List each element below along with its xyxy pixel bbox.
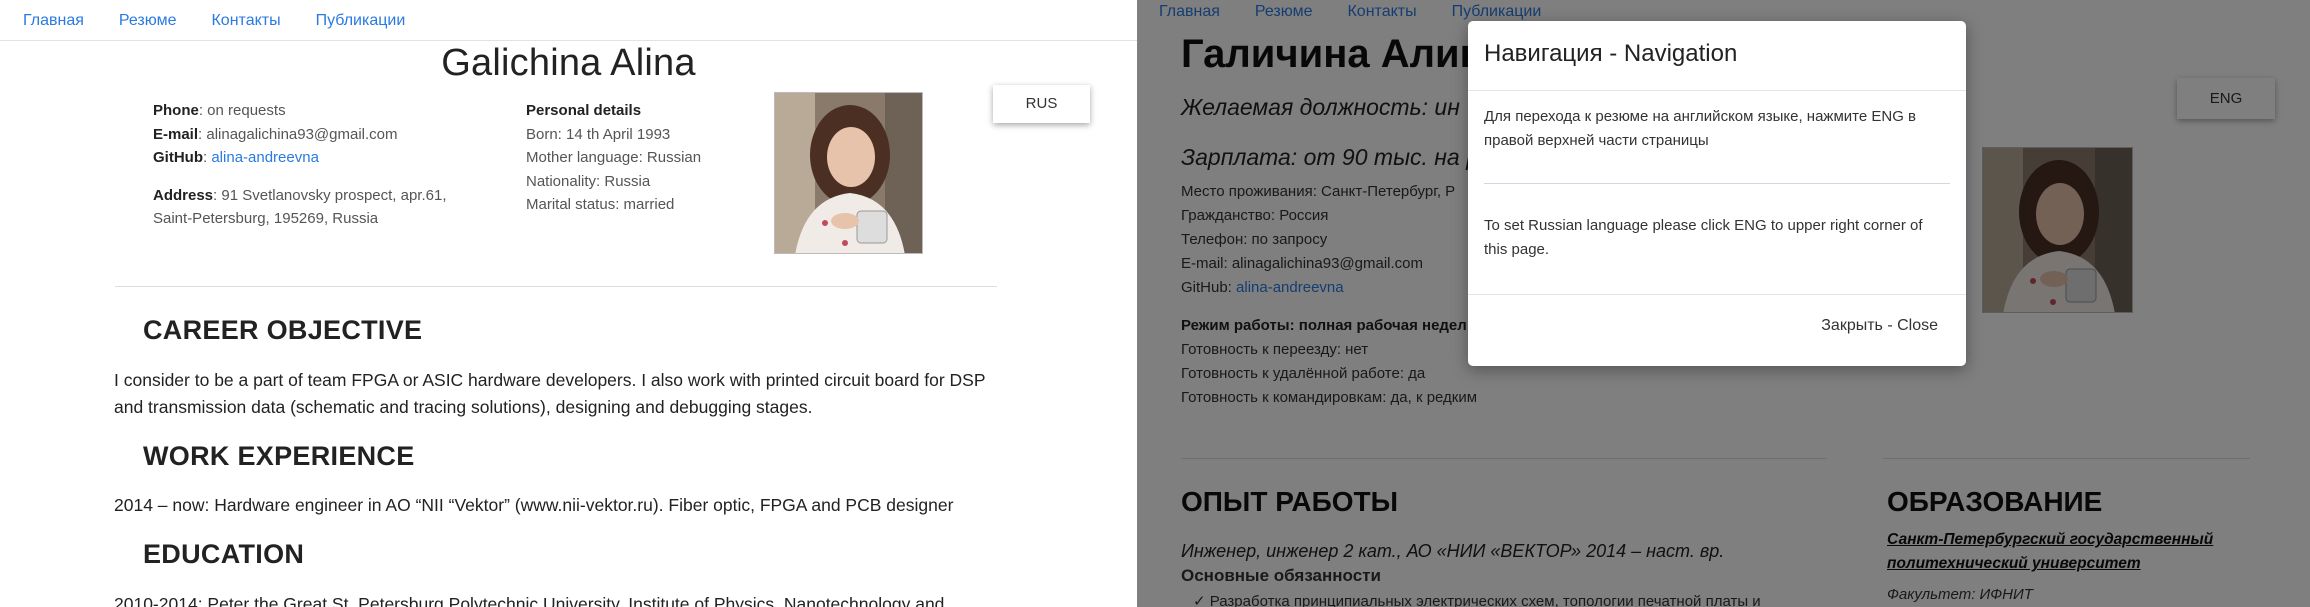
nav-link-resume[interactable]: Резюме <box>119 12 177 30</box>
nationality-line: Nationality: Russia <box>526 172 651 190</box>
address-label: Address <box>153 186 214 204</box>
github-link[interactable]: alina-andreevna <box>211 149 319 166</box>
born-line: Born: 14 th April 1993 <box>526 125 671 143</box>
personal-details-title: Personal details <box>526 102 642 119</box>
modal-title: Навигация - Navigation <box>1484 40 1738 67</box>
modal-text-en: To set Russian language please click ENG… <box>1484 217 1923 258</box>
language-switch-button[interactable]: RUS <box>993 85 1090 123</box>
modal-close-button[interactable]: Закрыть - Close <box>1821 317 1938 335</box>
email-line: E-mail: alinagalichina93@gmail.com <box>153 123 447 147</box>
personal-details: Personal details Born: 14 th April 1993 … <box>526 99 701 217</box>
modal-divider <box>1484 183 1950 184</box>
mother-language-line: Mother language: Russian <box>526 149 702 166</box>
github-label: GitHub <box>153 149 203 166</box>
career-objective-text: I consider to be a part of team FPGA or … <box>114 367 986 421</box>
top-navigation: Главная Резюме Контакты Публикации <box>0 0 440 41</box>
career-text-line-2: and transmission data (schematic and tra… <box>114 397 813 417</box>
work-experience-text: 2014 – now: Hardware engineer in AO “NII… <box>114 495 954 515</box>
marital-status-line: Marital status: married <box>526 196 675 213</box>
contact-block: Phone: on requests E-mail: alinagalichin… <box>153 99 447 231</box>
nav-link-contacts[interactable]: Контакты <box>211 12 280 30</box>
nav-link-home[interactable]: Главная <box>23 12 84 30</box>
modal-text-ru: Для перехода к резюме на английском язык… <box>1484 108 1917 149</box>
work-experience-heading: WORK EXPERIENCE <box>143 441 415 471</box>
address-value: : 91 Svetlanovsky prospect, apr.61, <box>213 186 447 204</box>
modal-header-divider <box>1468 90 1966 91</box>
career-text-line-1: I consider to be a part of team FPGA or … <box>114 370 986 390</box>
navigation-modal: Навигация - Navigation Для перехода к ре… <box>1468 21 1966 366</box>
address-line: Address: 91 Svetlanovsky prospect, apr.6… <box>153 184 447 208</box>
page-title: Galichina Alina <box>441 42 696 84</box>
section-divider <box>115 286 997 287</box>
career-objective-heading: CAREER OBJECTIVE <box>143 315 423 345</box>
resume-english-pane: Главная Резюме Контакты Публикации Galic… <box>0 0 1137 607</box>
portrait-photo-icon <box>775 93 922 253</box>
education-heading: EDUCATION <box>143 539 305 569</box>
modal-footer-divider <box>1468 294 1966 295</box>
github-line: GitHub: alina-andreevna <box>153 146 447 170</box>
nav-link-publications[interactable]: Публикации <box>316 12 406 30</box>
nav-divider <box>0 40 1137 41</box>
profile-photo <box>774 92 923 254</box>
email-value: : alinagalichina93@gmail.com <box>198 125 398 143</box>
phone-line: Phone: on requests <box>153 99 447 123</box>
phone-value: : on requests <box>198 102 286 119</box>
email-label: E-mail <box>153 125 199 143</box>
education-text: 2010-2014: Peter the Great St. Petersbur… <box>114 594 945 607</box>
phone-label: Phone <box>153 102 199 119</box>
address-line-2: Saint-Petersburg, 195269, Russia <box>153 210 379 227</box>
